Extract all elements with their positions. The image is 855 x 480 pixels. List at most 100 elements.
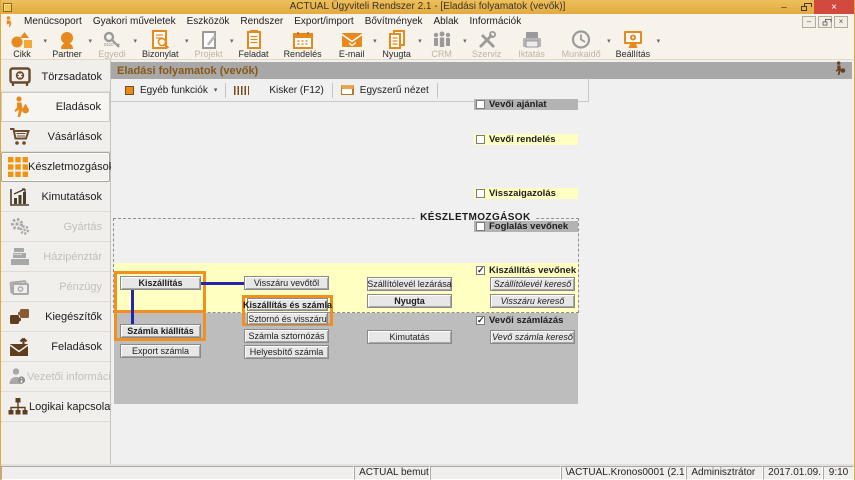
checkbox-icon[interactable] xyxy=(476,266,485,275)
toolbar-item-bizonylat[interactable]: Bizonylat ▾ xyxy=(142,30,179,59)
dropdown-caret-icon[interactable]: ▾ xyxy=(43,37,47,45)
toolbar-item-iktatas[interactable]: Iktatás xyxy=(517,30,547,59)
checkbox-foglalas-vevonek[interactable]: Foglalás vevőnek xyxy=(474,221,578,232)
checkbox-label: Kiszállítás vevőnek xyxy=(489,265,576,276)
checkbox-visszaigazolas[interactable]: Visszaigazolás xyxy=(474,188,578,199)
maximize-restore-button[interactable] xyxy=(794,0,814,14)
egyszeru-nezet-button[interactable]: Egyszerű nézet xyxy=(333,85,437,96)
menu-menucsoport[interactable]: Menücsoport xyxy=(24,16,82,27)
checkbox-kiszallitas-vevonek[interactable]: Kiszállítás vevőnek xyxy=(474,265,578,276)
nyugta-button[interactable]: Nyugta xyxy=(367,294,452,308)
toolbar-item-munkaido[interactable]: Munkaidő ▾ xyxy=(562,30,601,59)
sales-person-icon xyxy=(834,61,846,81)
menu-rendszer[interactable]: Rendszer xyxy=(240,16,283,27)
receipt-icon xyxy=(388,30,406,49)
visszaru-kereso-button[interactable]: Visszáru kereső xyxy=(490,294,575,308)
checkbox-label: Vevői rendelés xyxy=(489,134,556,145)
helyesbito-szamla-button[interactable]: Helyesbítő számla xyxy=(244,345,329,359)
minimize-button[interactable]: – xyxy=(774,0,794,14)
kiszallitas-es-szamla-button[interactable]: Kiszállítás és számla xyxy=(247,298,328,311)
menubar: Menücsoport Gyakori műveletek Eszközök R… xyxy=(1,14,854,29)
menu-export-import[interactable]: Export/import xyxy=(294,16,353,27)
sidebar-item-eladasok[interactable]: Eladások xyxy=(1,92,110,122)
gears-icon xyxy=(7,217,33,237)
checkbox-icon[interactable] xyxy=(476,316,485,325)
menu-eszkozok[interactable]: Eszközök xyxy=(187,16,230,27)
toolbar-item-szerviz[interactable]: Szerviz xyxy=(472,30,502,59)
barcode-icon xyxy=(234,86,249,95)
dropdown-caret-icon[interactable]: ▾ xyxy=(133,37,137,45)
safe-icon xyxy=(7,67,33,87)
dropdown-caret-icon[interactable]: ▾ xyxy=(185,37,189,45)
toolbar-item-beallitas[interactable]: Beállítás ▾ xyxy=(616,30,651,59)
mdi-close-button[interactable]: × xyxy=(834,16,848,28)
sidebar-item-kiegeszitok[interactable]: Kiegészítők xyxy=(1,302,110,332)
szamla-kiallitas-button[interactable]: Számla kiállítás xyxy=(120,324,201,338)
checkbox-icon[interactable] xyxy=(476,135,485,144)
manager-info-icon xyxy=(7,367,27,387)
restore-icon xyxy=(823,21,828,25)
menu-bovitmenyek[interactable]: Bővítmények xyxy=(365,16,423,27)
sidebar-item-gyartas[interactable]: Gyártás xyxy=(1,212,110,242)
menu-gyakori-muveletek[interactable]: Gyakori műveletek xyxy=(93,16,176,27)
sidebar-item-keszletmozgasok[interactable]: Készletmozgások xyxy=(1,152,110,182)
sidebar-item-torzsadatok[interactable]: Törzsadatok xyxy=(1,62,110,92)
dropdown-caret-icon[interactable]: ▾ xyxy=(88,37,92,45)
szamla-sztornozas-button[interactable]: Számla sztornózás xyxy=(244,329,329,343)
toolbar-item-egyedi[interactable]: 0110 Egyedi ▾ xyxy=(97,30,127,59)
toolbar-item-partner[interactable]: Partner ▾ xyxy=(52,30,82,59)
dropdown-caret-icon[interactable]: ▾ xyxy=(418,37,422,45)
sidebar-item-logikai-kapcsolat[interactable]: Logikai kapcsolat xyxy=(1,392,110,422)
toolbar-item-feladat[interactable]: Feladat xyxy=(239,30,269,59)
kimutatas-button[interactable]: Kimutatás xyxy=(367,330,452,344)
dropdown-caret-icon[interactable]: ▾ xyxy=(230,37,234,45)
dropdown-caret-icon[interactable]: ▾ xyxy=(607,37,611,45)
toolbar-item-projekt[interactable]: Projekt ▾ xyxy=(194,30,224,59)
content-header: Eladási folyamatok (vevők) xyxy=(111,62,852,79)
sidebar-item-hazipenztar[interactable]: Házipénztár xyxy=(1,242,110,272)
sidebar-item-vasarlasok[interactable]: Vásárlások xyxy=(1,122,110,152)
toolbar-item-cikk[interactable]: Cikk ▾ xyxy=(7,30,37,59)
sztorno-es-visszaru-button[interactable]: Sztornó és visszáru xyxy=(247,312,328,325)
toolbar-item-crm[interactable]: CRM ▾ xyxy=(427,30,457,59)
dropdown-caret-icon[interactable]: ▾ xyxy=(463,37,467,45)
toolbar-item-nyugta[interactable]: Nyugta ▾ xyxy=(382,30,412,59)
szallitolevel-kereso-button[interactable]: Szállítólevél kereső xyxy=(490,277,575,291)
toolbar-item-email[interactable]: E-mail ▾ xyxy=(337,30,367,59)
mdi-minimize-button[interactable]: – xyxy=(802,16,816,28)
checkbox-vevoi-szamlazas[interactable]: Vevői számlázás xyxy=(474,315,578,326)
sidebar-item-kimutatasok[interactable]: Kimutatások xyxy=(1,182,110,212)
toolbar-item-rendeles[interactable]: Rendelés xyxy=(284,30,322,59)
checkbox-vevoi-ajanlat[interactable]: Vevői ajánlat xyxy=(474,99,578,110)
status-empty-1 xyxy=(1,466,354,480)
sidebar-item-feladasok[interactable]: Feladások xyxy=(1,332,110,362)
mdi-restore-button[interactable] xyxy=(818,16,832,28)
szallitolevel-lezarasa-button[interactable]: Szállítólevél lezárása xyxy=(367,277,452,291)
menu-ablak[interactable]: Ablak xyxy=(434,16,459,27)
close-button[interactable]: × xyxy=(814,0,854,14)
window-title: ACTUAL Ügyviteli Rendszer 2.1 - [Eladási… xyxy=(1,0,854,14)
menu-informaciok[interactable]: Információk xyxy=(470,16,522,27)
vevo-szamla-kereso-button[interactable]: Vevő számla kereső xyxy=(490,330,575,344)
visszaru-vevotol-button[interactable]: Visszáru vevőtől xyxy=(244,276,329,290)
checkbox-vevoi-rendeles[interactable]: Vevői rendelés xyxy=(474,134,578,145)
checkbox-icon[interactable] xyxy=(476,100,485,109)
checkbox-icon[interactable] xyxy=(476,222,485,231)
dropdown-caret-icon[interactable]: ▾ xyxy=(657,37,661,45)
sidebar-item-penzugy[interactable]: Pénzügy xyxy=(1,272,110,302)
kiszallitas-button[interactable]: Kiszállítás xyxy=(120,276,201,290)
crm-icon xyxy=(431,30,453,49)
egyeb-funkciok-button[interactable]: Egyéb funkciók ▾ xyxy=(117,85,225,96)
email-icon xyxy=(341,30,363,49)
checkbox-label: Foglalás vevőnek xyxy=(489,221,568,232)
page-title: Eladási folyamatok (vevők) xyxy=(117,65,258,77)
checkbox-icon[interactable] xyxy=(476,189,485,198)
dropdown-caret-icon[interactable]: ▾ xyxy=(373,37,377,45)
sidebar-item-vezetoi-informacio[interactable]: Vezetői információ xyxy=(1,362,110,392)
highlight-box-divider xyxy=(114,310,206,313)
connector-horizontal xyxy=(201,282,244,285)
checkbox-label: Vevői ajánlat xyxy=(489,99,547,110)
titlebar: ACTUAL Ügyviteli Rendszer 2.1 - [Eladási… xyxy=(1,0,854,14)
export-szamla-button[interactable]: Export számla xyxy=(120,344,201,358)
kisker-button[interactable]: Kisker (F12) xyxy=(226,85,331,96)
